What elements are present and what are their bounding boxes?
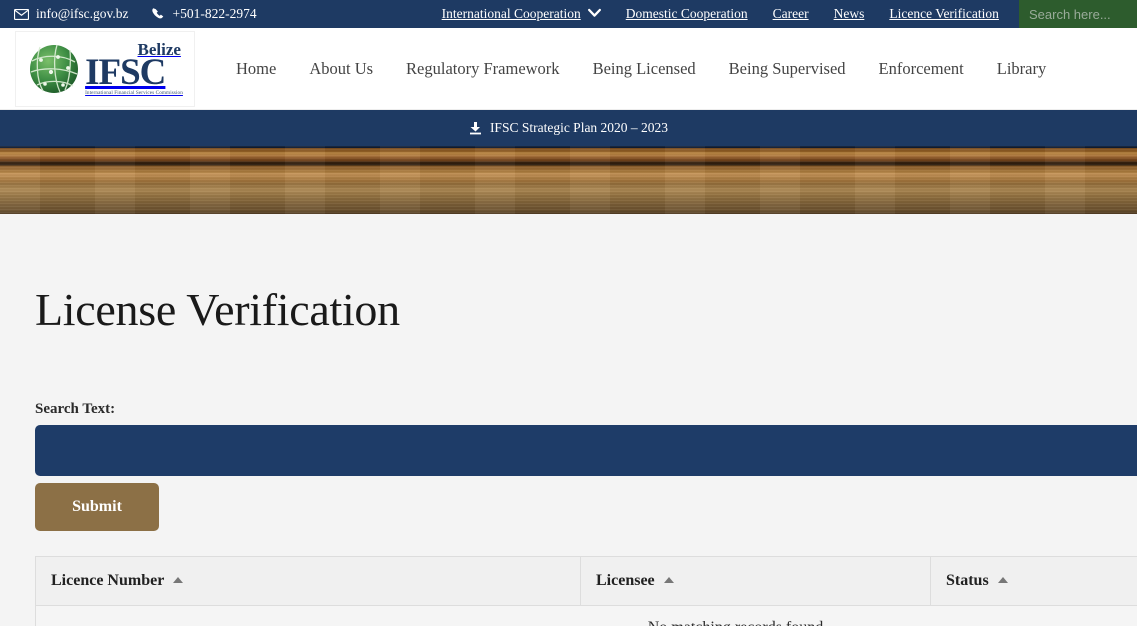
strategic-plan-bar[interactable]: IFSC Strategic Plan 2020 – 2023	[0, 110, 1137, 146]
results-table-wrapper: Licence Number Licensee Status No matchi…	[35, 556, 1137, 626]
topbar-nav: International Cooperation Domestic Coope…	[442, 6, 999, 22]
column-header-licence-number[interactable]: Licence Number	[35, 556, 581, 606]
contact-phone-label: +501-822-2974	[172, 6, 257, 21]
site-search-input[interactable]	[1029, 6, 1137, 22]
topbar-item-licence-verification[interactable]: Licence Verification	[889, 6, 999, 22]
site-header: Belize IFSC International Financial Serv…	[0, 28, 1137, 110]
topbar-item-news[interactable]: News	[834, 6, 865, 22]
chevron-down-icon	[587, 8, 601, 21]
search-text-input[interactable]	[35, 425, 1137, 476]
column-header-licensee[interactable]: Licensee	[580, 556, 931, 606]
nav-item-enforcement[interactable]: Enforcement	[879, 59, 964, 79]
globe-icon	[27, 41, 83, 97]
site-search-box[interactable]	[1015, 0, 1137, 28]
column-header-status[interactable]: Status	[930, 556, 1137, 606]
page-title: License Verification	[35, 284, 400, 335]
topbar-item-label: News	[833, 6, 865, 21]
topbar-contact-group: info@ifsc.gov.bz +501-822-2974	[0, 6, 257, 22]
table-row-empty: No matching records found	[35, 605, 1137, 626]
topbar-item-label: Career	[772, 6, 809, 21]
topbar-item-domestic-cooperation[interactable]: Domestic Cooperation	[626, 6, 748, 22]
main-content: License Verification Search Text: Submit…	[0, 214, 1137, 626]
envelope-icon	[14, 8, 29, 21]
nav-item-about-us[interactable]: About Us	[309, 59, 373, 79]
strategic-plan-label: IFSC Strategic Plan 2020 – 2023	[489, 120, 669, 135]
column-label: Licensee	[596, 572, 655, 589]
topbar-item-career[interactable]: Career	[773, 6, 809, 22]
site-logo[interactable]: Belize IFSC International Financial Serv…	[16, 31, 194, 106]
hero-banner-image	[0, 146, 1137, 214]
results-table-body: No matching records found	[35, 605, 1137, 626]
results-table: Licence Number Licensee Status No matchi…	[35, 556, 1137, 626]
results-table-head: Licence Number Licensee Status	[35, 556, 1137, 606]
license-search-form: Search Text: Submit	[35, 401, 1137, 531]
empty-message: No matching records found	[35, 605, 1137, 626]
topbar-item-label: Domestic Cooperation	[625, 6, 748, 21]
sort-ascending-icon	[663, 577, 674, 583]
topbar-item-international-cooperation[interactable]: International Cooperation	[442, 6, 601, 22]
submit-button[interactable]: Submit	[35, 483, 159, 531]
column-label: Licence Number	[51, 572, 165, 589]
logo-tagline: International Financial Services Commiss…	[85, 89, 183, 96]
logo-inner: Belize IFSC International Financial Serv…	[27, 41, 183, 97]
column-label: Status	[946, 572, 989, 589]
search-text-label: Search Text:	[35, 401, 116, 417]
topbar-item-label: International Cooperation	[441, 6, 581, 21]
logo-wordmark: Belize IFSC International Financial Serv…	[85, 41, 183, 96]
topbar-item-label: Licence Verification	[889, 6, 999, 21]
nav-item-regulatory-framework[interactable]: Regulatory Framework	[406, 59, 560, 79]
contact-phone[interactable]: +501-822-2974	[151, 6, 257, 22]
contact-email-label: info@ifsc.gov.bz	[36, 6, 129, 21]
nav-item-home[interactable]: Home	[236, 59, 276, 79]
table-header-row: Licence Number Licensee Status	[35, 556, 1137, 606]
contact-email[interactable]: info@ifsc.gov.bz	[14, 6, 129, 22]
nav-item-being-supervised[interactable]: Being Supervised	[729, 59, 846, 79]
phone-icon	[151, 8, 166, 21]
top-utility-bar: info@ifsc.gov.bz +501-822-2974 Internati…	[0, 0, 1137, 28]
nav-item-being-licensed[interactable]: Being Licensed	[593, 59, 696, 79]
logo-ifsc-text: IFSC	[85, 51, 166, 93]
sort-ascending-icon	[173, 577, 184, 583]
sort-ascending-icon	[997, 577, 1008, 583]
nav-item-library[interactable]: Library	[997, 59, 1046, 79]
main-navigation: Home About Us Regulatory Framework Being…	[236, 59, 1046, 79]
download-icon	[469, 121, 482, 135]
